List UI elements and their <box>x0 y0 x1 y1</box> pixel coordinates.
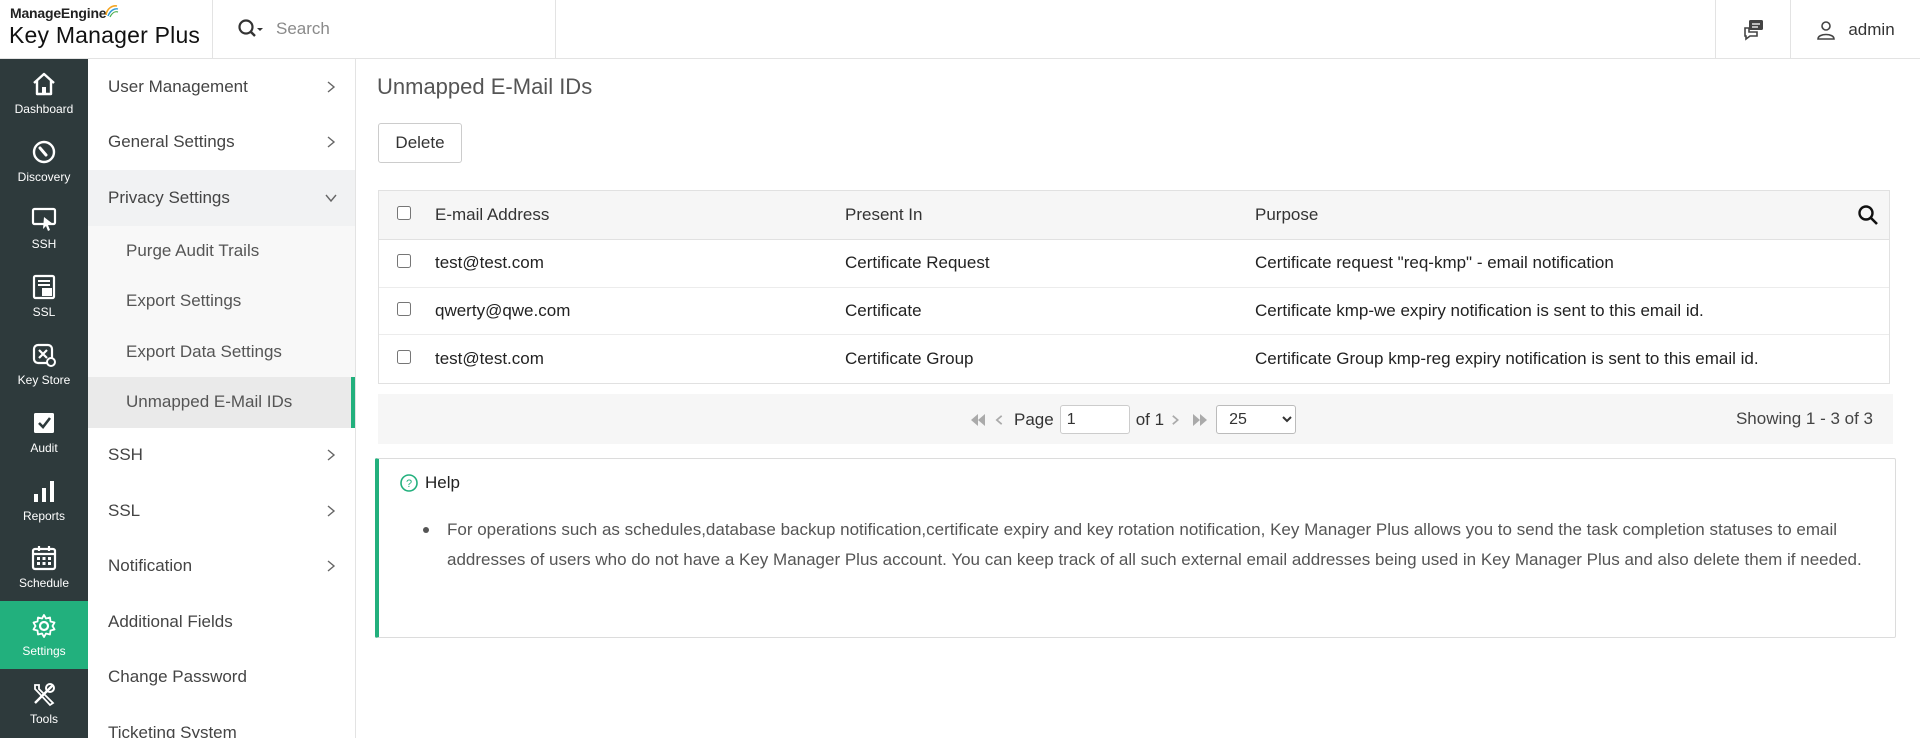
page-label: Page <box>1014 409 1054 429</box>
chevron-right-icon <box>327 81 336 93</box>
key-store-icon <box>32 343 56 368</box>
help-panel: ? Help For operations such as schedules,… <box>375 458 1896 638</box>
menu-item-privacy-settings[interactable]: Privacy Settings <box>88 170 355 226</box>
page-size-select[interactable]: 25 <box>1216 405 1297 434</box>
menu-item-additional-fields[interactable]: Additional Fields <box>88 594 355 650</box>
tools-icon <box>34 683 55 707</box>
menu-item-change-password[interactable]: Change Password <box>88 650 355 706</box>
submenu-export-data-settings[interactable]: Export Data Settings <box>88 326 355 377</box>
chevron-right-icon <box>327 449 336 461</box>
cell-email: qwerty@qwe.com <box>435 300 571 320</box>
rail-item-key-store[interactable]: Key Store <box>0 330 88 398</box>
table-header: E-mail Address Present In Purpose <box>379 191 1889 240</box>
cell-present-in: Certificate Request <box>845 253 990 273</box>
rail-item-ssh[interactable]: SSH <box>0 195 88 263</box>
cell-email: test@test.com <box>435 348 544 368</box>
cell-purpose: Certificate kmp-we expiry notification i… <box>1255 300 1704 320</box>
top-header: ManageEngine Key Manager Plus Search adm… <box>0 0 1920 59</box>
row-checkbox[interactable] <box>397 301 411 316</box>
cell-purpose: Certificate Group kmp-reg expiry notific… <box>1255 348 1759 368</box>
rail-item-reports[interactable]: Reports <box>0 466 88 534</box>
rail-item-discovery[interactable]: Discovery <box>0 127 88 195</box>
page-title: Unmapped E-Mail IDs <box>377 74 593 99</box>
rail-item-audit[interactable]: Audit <box>0 398 88 466</box>
submenu-unmapped-email-ids[interactable]: Unmapped E-Mail IDs <box>88 377 355 428</box>
rail-item-ssl[interactable]: SSL <box>0 262 88 330</box>
page-number-input[interactable] <box>1059 405 1130 434</box>
rail-item-dashboard[interactable]: Dashboard <box>0 59 88 127</box>
menu-item-ssh[interactable]: SSH <box>88 428 355 484</box>
previous-page-icon[interactable] <box>994 411 1008 429</box>
table-row: qwerty@qwe.com Certificate Certificate k… <box>379 288 1889 335</box>
column-header-present-in[interactable]: Present In <box>833 205 1243 225</box>
first-page-icon[interactable] <box>968 411 988 429</box>
global-search <box>214 0 556 59</box>
email-table: E-mail Address Present In Purpose test@t… <box>378 190 1890 384</box>
bullet-icon <box>423 527 429 533</box>
brand-name: ManageEngine <box>10 5 107 21</box>
pagination-bar: Page of 1 25 Showing 1 - 3 of 3 <box>378 394 1893 444</box>
showing-count: Showing 1 - 3 of 3 <box>1735 409 1873 428</box>
product-logo[interactable]: ManageEngine Key Manager Plus <box>0 0 213 59</box>
reports-icon <box>34 480 54 502</box>
main-content: Unmapped E-Mail IDs Delete E-mail Addres… <box>357 59 1920 738</box>
help-content: For operations such as schedules,databas… <box>423 515 1873 575</box>
menu-item-general-settings[interactable]: General Settings <box>88 115 355 171</box>
cell-present-in: Certificate Group <box>845 348 974 368</box>
help-icon: ? <box>400 474 418 492</box>
menu-item-ssl[interactable]: SSL <box>88 483 355 539</box>
svg-text:?: ? <box>406 478 412 490</box>
calendar-icon <box>31 546 57 571</box>
row-checkbox[interactable] <box>397 254 411 269</box>
last-page-icon[interactable] <box>1190 411 1210 429</box>
cell-purpose: Certificate request "req-kmp" - email no… <box>1255 253 1614 273</box>
ssh-icon <box>31 208 57 232</box>
delete-button[interactable]: Delete <box>378 123 462 163</box>
search-icon[interactable] <box>236 17 264 41</box>
rail-item-schedule[interactable]: Schedule <box>0 534 88 602</box>
notification-button[interactable] <box>1715 0 1790 59</box>
gear-icon <box>32 614 56 639</box>
submenu-export-settings[interactable]: Export Settings <box>88 276 355 327</box>
menu-item-ticketing-system[interactable]: Ticketing System <box>88 705 355 738</box>
table-search-icon[interactable] <box>1857 204 1879 226</box>
menu-item-notification[interactable]: Notification <box>88 539 355 595</box>
cell-email: test@test.com <box>435 253 544 273</box>
chevron-right-icon <box>327 136 336 148</box>
rail-item-tools[interactable]: Tools <box>0 669 88 737</box>
page-total: of 1 <box>1135 409 1165 429</box>
submenu-purge-audit-trails[interactable]: Purge Audit Trails <box>88 225 355 276</box>
help-title: Help <box>425 473 460 492</box>
help-header: ? Help <box>399 473 460 493</box>
rail-item-settings[interactable]: Settings <box>0 601 88 670</box>
chevron-right-icon <box>327 505 336 517</box>
user-menu[interactable]: admin <box>1790 0 1920 59</box>
select-all-checkbox[interactable] <box>397 205 411 220</box>
left-nav-rail: Dashboard Discovery SSH SSL Key Store Au… <box>0 59 88 738</box>
user-icon <box>1817 20 1836 40</box>
home-icon <box>33 72 55 96</box>
help-text: For operations such as schedules,databas… <box>447 520 1862 569</box>
chevron-right-icon <box>327 560 336 572</box>
discovery-icon <box>32 140 56 163</box>
chat-notification-icon <box>1744 19 1763 41</box>
audit-icon <box>34 412 54 433</box>
column-header-email[interactable]: E-mail Address <box>423 205 833 225</box>
row-checkbox[interactable] <box>397 349 411 364</box>
table-row: test@test.com Certificate Group Certific… <box>379 335 1889 383</box>
search-input[interactable] <box>276 13 536 45</box>
product-name: Key Manager Plus <box>9 22 201 48</box>
settings-menu: User Management General Settings Privacy… <box>88 59 356 738</box>
menu-item-user-management[interactable]: User Management <box>88 59 355 115</box>
column-header-purpose[interactable]: Purpose <box>1243 205 1889 225</box>
cell-present-in: Certificate <box>845 300 922 320</box>
chevron-down-icon <box>325 194 337 202</box>
next-page-icon[interactable] <box>1170 411 1184 429</box>
table-row: test@test.com Certificate Request Certif… <box>379 240 1889 288</box>
user-name: admin <box>1848 19 1895 39</box>
ssl-icon <box>32 275 56 300</box>
logo-swoosh-icon <box>105 5 119 18</box>
